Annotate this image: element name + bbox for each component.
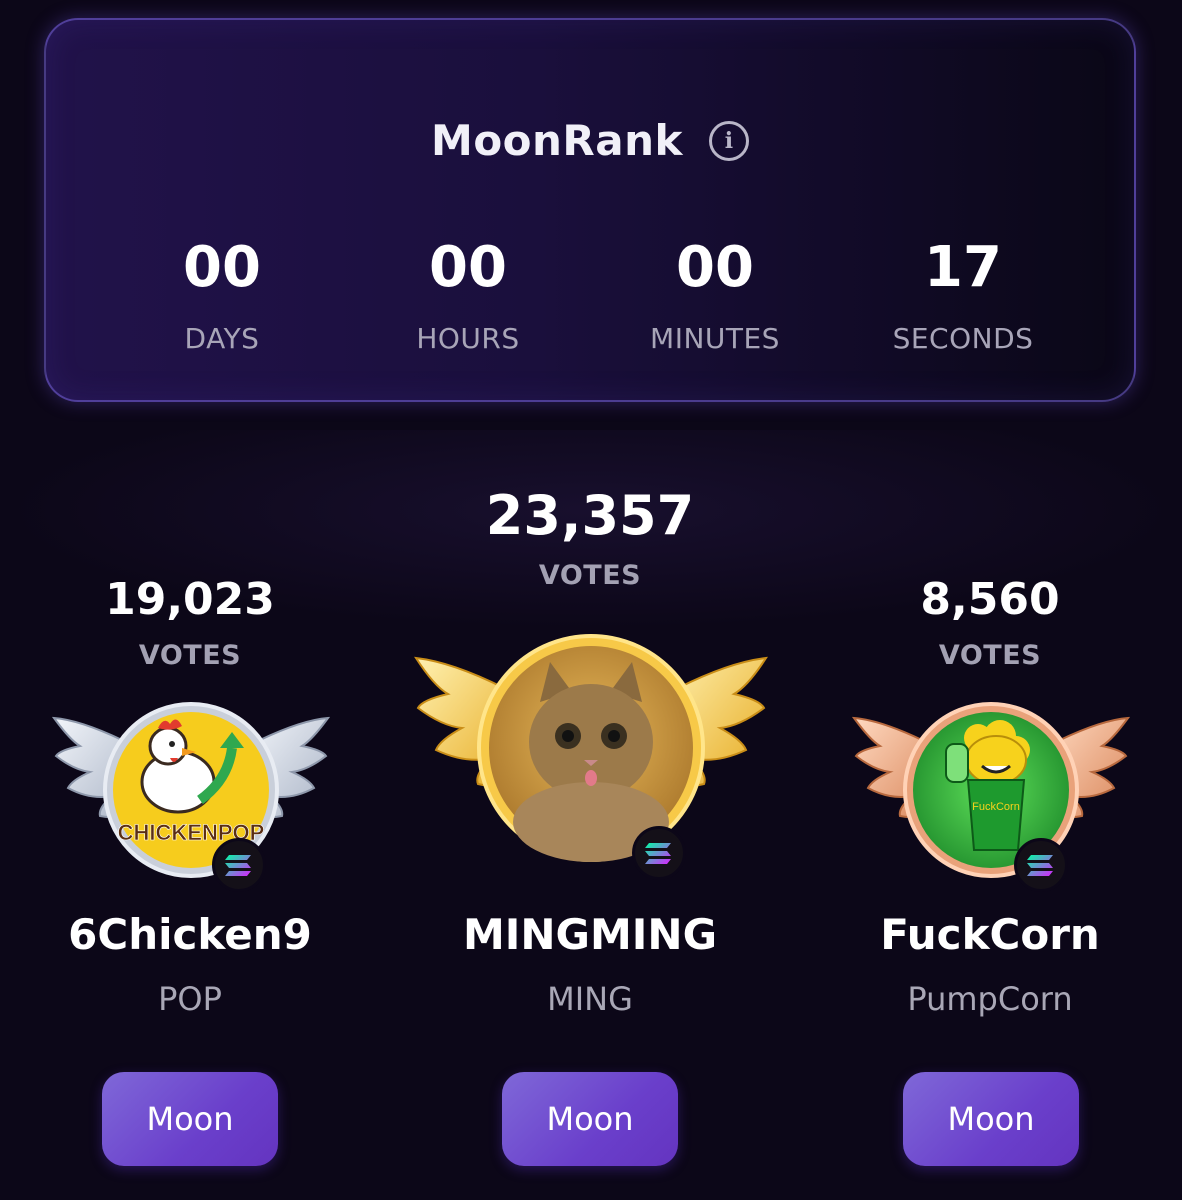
hours-label: HOURS xyxy=(416,322,520,355)
hours-value: 00 xyxy=(429,235,507,300)
seconds-label: SECONDS xyxy=(892,322,1034,355)
second-ticker: POP xyxy=(158,980,222,1018)
second-name: 6Chicken9 xyxy=(68,910,312,959)
second-votes-label: VOTES xyxy=(138,640,242,671)
countdown-title: MoonRank xyxy=(431,116,683,165)
moonrank-countdown-card: MoonRank i 00 DAYS 00 HOURS 00 MINUTES 1… xyxy=(44,18,1136,402)
third-ticker: PumpCorn xyxy=(907,980,1073,1018)
minutes-label: MINUTES xyxy=(650,322,780,355)
info-icon[interactable]: i xyxy=(708,120,749,161)
first-ticker: MING xyxy=(547,980,633,1018)
silver-winged-badge[interactable]: CHICKENPOP xyxy=(50,700,332,890)
third-votes-label: VOTES xyxy=(938,640,1042,671)
moon-button-first[interactable]: Moon xyxy=(502,1072,678,1166)
seconds-value: 17 xyxy=(924,235,1002,300)
fuckcorn-logo-text: FuckCorn xyxy=(972,801,1020,813)
days-label: DAYS xyxy=(184,322,260,355)
moon-button-third[interactable]: Moon xyxy=(903,1072,1079,1166)
second-votes: 19,023 xyxy=(105,574,275,625)
first-name: MINGMING xyxy=(462,910,718,959)
timer-seconds: 17 SECONDS xyxy=(853,235,1073,356)
gold-winged-badge[interactable] xyxy=(412,632,770,872)
timer-hours: 00 HOURS xyxy=(358,235,578,356)
solana-logo xyxy=(225,855,251,876)
solana-icon xyxy=(212,838,266,892)
third-votes: 8,560 xyxy=(920,574,1060,625)
bronze-winged-badge[interactable]: FuckCorn xyxy=(850,700,1132,890)
solana-icon xyxy=(632,826,686,880)
solana-icon xyxy=(1014,838,1068,892)
first-votes-label: VOTES xyxy=(538,560,642,591)
days-value: 00 xyxy=(183,235,261,300)
third-name: FuckCorn xyxy=(880,910,1100,959)
moon-button-second[interactable]: Moon xyxy=(102,1072,278,1166)
timer-days: 00 DAYS xyxy=(112,235,332,356)
solana-logo xyxy=(645,843,671,864)
timer-minutes: 00 MINUTES xyxy=(605,235,825,356)
first-votes: 23,357 xyxy=(485,484,695,547)
solana-logo xyxy=(1027,855,1053,876)
minutes-value: 00 xyxy=(676,235,754,300)
